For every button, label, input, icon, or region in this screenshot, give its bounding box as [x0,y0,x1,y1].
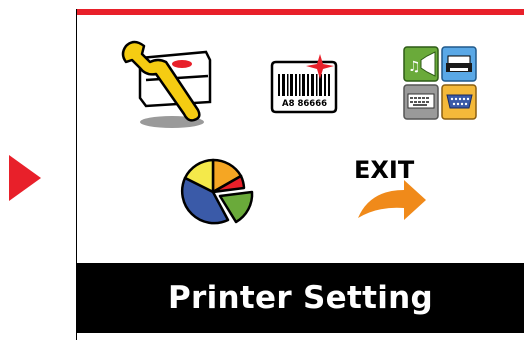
exit-label: EXIT [354,156,415,184]
svg-text:♫: ♫ [408,59,421,75]
interface-tiles-icon[interactable]: ♫ [403,46,477,120]
top-accent-bar [77,9,524,15]
right-triangle-arrow-icon[interactable] [9,155,41,201]
pie-chart-icon[interactable] [180,156,258,226]
wrench-printer-icon[interactable] [120,40,218,130]
barcode-label-icon[interactable]: A8 86666 [268,52,340,114]
title-bar: Printer Setting [77,263,524,333]
barcode-text: A8 86666 [282,99,327,109]
screen-title: Printer Setting [167,280,433,316]
exit-arrow-icon[interactable]: EXIT [352,156,430,224]
